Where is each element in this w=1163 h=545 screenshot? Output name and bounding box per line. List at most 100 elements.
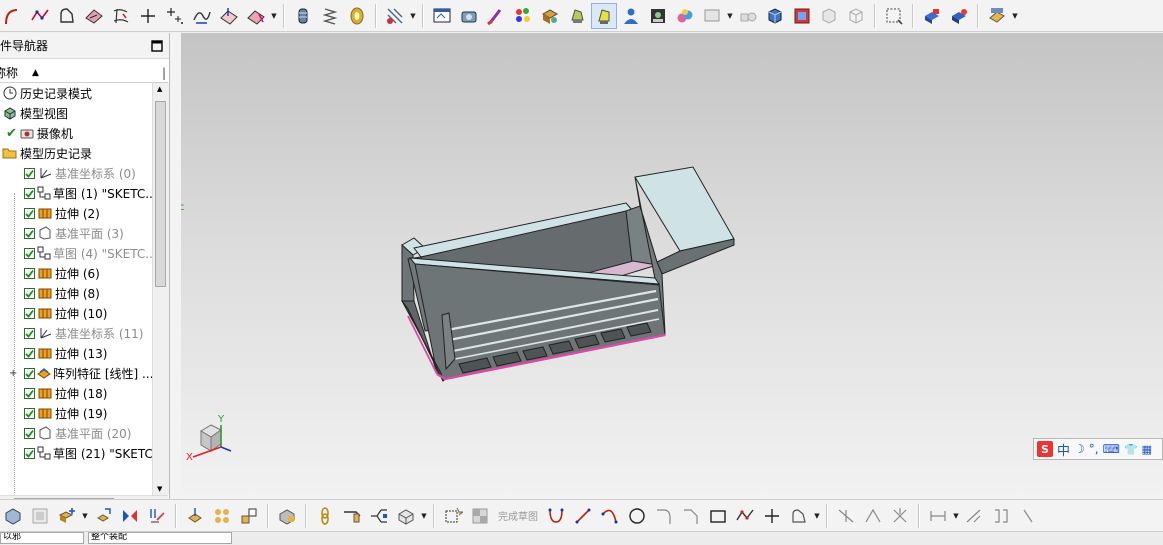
tree-row[interactable]: 基准坐标系 (11): [0, 323, 152, 343]
layout-dropdown-icon[interactable]: ▼: [1011, 12, 1019, 20]
make-corner-icon[interactable]: [887, 503, 913, 529]
dimension-dropdown-icon[interactable]: ▼: [952, 512, 960, 520]
punctuation-icon[interactable]: °,: [1089, 442, 1099, 456]
checkbox-checked-icon[interactable]: [24, 247, 35, 259]
spline-tool-icon[interactable]: [189, 3, 215, 29]
explode-icon[interactable]: [393, 503, 419, 529]
mirror-icon[interactable]: [117, 503, 143, 529]
checkbox-checked-icon[interactable]: [24, 187, 35, 199]
filter-field[interactable]: 以邪: [0, 532, 84, 544]
visible-check-icon[interactable]: ✔: [6, 126, 17, 141]
spotlight-active-icon[interactable]: [591, 2, 617, 29]
graphics-viewport[interactable]: Y X c: [181, 33, 1163, 499]
skin-icon[interactable]: 👕: [1124, 443, 1138, 456]
part-multi-icon[interactable]: [946, 3, 972, 29]
polygon-sketch-icon[interactable]: [732, 503, 758, 529]
maximize-icon[interactable]: [151, 39, 163, 52]
scrollbar-thumb[interactable]: [155, 101, 166, 287]
constraint-icon[interactable]: [182, 503, 208, 529]
trim-surface-icon[interactable]: [243, 3, 269, 29]
curve-dropdown-icon[interactable]: ▼: [813, 512, 821, 520]
camera-capture-icon[interactable]: [456, 3, 482, 29]
user-icon[interactable]: [618, 3, 644, 29]
wire-harness-icon[interactable]: [382, 3, 408, 29]
offset-curve-icon[interactable]: [786, 503, 812, 529]
checkbox-checked-icon[interactable]: [24, 167, 35, 179]
name-column-header[interactable]: 称称 ▲ |: [0, 63, 168, 83]
cube-wire-icon[interactable]: [843, 3, 869, 29]
tree-row[interactable]: + 阵列特征 [线性] ...: [0, 363, 152, 383]
finish-sketch-label[interactable]: 完成草图: [498, 508, 538, 523]
paint-brush-icon[interactable]: [483, 3, 509, 29]
checkbox-checked-icon[interactable]: [24, 367, 35, 379]
tree-row[interactable]: 拉伸 (19): [0, 403, 152, 423]
checkbox-checked-icon[interactable]: [24, 327, 35, 339]
tree-row[interactable]: 拉伸 (8): [0, 283, 152, 303]
wave-link-icon[interactable]: [236, 503, 262, 529]
grid-tool-icon[interactable]: ▦: [1142, 443, 1152, 456]
pattern-component-icon[interactable]: [144, 503, 170, 529]
tree-row[interactable]: 拉伸 (10): [0, 303, 152, 323]
checkbox-checked-icon[interactable]: [24, 407, 35, 419]
tree-row[interactable]: 历史记录模式: [0, 83, 152, 103]
studio-scene-icon[interactable]: [645, 3, 671, 29]
tree-row[interactable]: 拉伸 (2): [0, 203, 152, 223]
circle-icon[interactable]: [624, 503, 650, 529]
checkbox-checked-icon[interactable]: [24, 207, 35, 219]
checkbox-checked-icon[interactable]: [24, 387, 35, 399]
quick-trim-icon[interactable]: [833, 503, 859, 529]
checkbox-checked-icon[interactable]: [24, 307, 35, 319]
tree-row[interactable]: 基准坐标系 (0): [0, 163, 152, 183]
checkbox-checked-icon[interactable]: [24, 267, 35, 279]
surface-dropdown-icon[interactable]: ▼: [270, 12, 278, 20]
scope-field[interactable]: 整个装配: [88, 532, 232, 544]
curve-network-icon[interactable]: [108, 3, 134, 29]
tree-row[interactable]: 拉伸 (18): [0, 383, 152, 403]
arc-icon[interactable]: [597, 503, 623, 529]
point-tool-icon[interactable]: [135, 3, 161, 29]
keyboard-icon[interactable]: ⌨: [1103, 442, 1120, 456]
tree-row[interactable]: 基准平面 (3): [0, 223, 152, 243]
offset-surface-icon[interactable]: [216, 3, 242, 29]
light-icon[interactable]: [564, 3, 590, 29]
quick-extend-icon[interactable]: [860, 503, 886, 529]
cylinder-stack-icon[interactable]: [290, 3, 316, 29]
finish-sketch-flag-icon[interactable]: [467, 503, 493, 529]
chain-link-icon[interactable]: [312, 503, 338, 529]
tree-row[interactable]: ✔ 摄像机: [0, 123, 152, 143]
assembly-icon[interactable]: [0, 503, 26, 529]
explode-dropdown-icon[interactable]: ▼: [420, 512, 428, 520]
tree-row[interactable]: 模型历史记录: [0, 143, 152, 163]
ime-toolbar[interactable]: S 中 ☽ °, ⌨ 👕 ▦: [1033, 438, 1163, 460]
tree-row[interactable]: 草图 (4) "SKETC...: [0, 243, 152, 263]
harness-dropdown-icon[interactable]: ▼: [409, 12, 417, 20]
point-set-icon[interactable]: [162, 3, 188, 29]
ime-mode-label[interactable]: 中: [1057, 440, 1070, 459]
image-frame-icon[interactable]: [789, 3, 815, 29]
part-box-icon[interactable]: [274, 503, 300, 529]
select-box-icon[interactable]: [881, 3, 907, 29]
add-component-icon[interactable]: [54, 503, 80, 529]
expand-icon[interactable]: +: [9, 368, 17, 379]
geometric-constraint-icon[interactable]: [961, 503, 987, 529]
part-blue-icon[interactable]: [919, 3, 945, 29]
tree-row[interactable]: 模型视图: [0, 103, 152, 123]
checkbox-checked-icon[interactable]: [24, 347, 35, 359]
probe-icon[interactable]: [339, 503, 365, 529]
tree-row[interactable]: 草图 (1) "SKETC...: [0, 183, 152, 203]
shapes-icon[interactable]: [735, 3, 761, 29]
render-spheres-icon[interactable]: [672, 3, 698, 29]
half-width-icon[interactable]: ☽: [1074, 442, 1085, 456]
sketch-point-icon[interactable]: [759, 503, 785, 529]
checkbox-checked-icon[interactable]: [24, 227, 35, 239]
view-window-icon[interactable]: [27, 503, 53, 529]
spring-icon[interactable]: [317, 3, 343, 29]
tree-row[interactable]: 基准平面 (20): [0, 423, 152, 443]
more-tools-icon[interactable]: [1015, 503, 1041, 529]
tree-row[interactable]: 拉伸 (6): [0, 263, 152, 283]
scroll-up-icon[interactable]: ▲: [157, 85, 162, 93]
arc-tool-icon[interactable]: [0, 3, 26, 29]
tree-row[interactable]: 拉伸 (13): [0, 343, 152, 363]
sketch-plane-icon[interactable]: [440, 503, 466, 529]
profile-tool-icon[interactable]: [54, 3, 80, 29]
